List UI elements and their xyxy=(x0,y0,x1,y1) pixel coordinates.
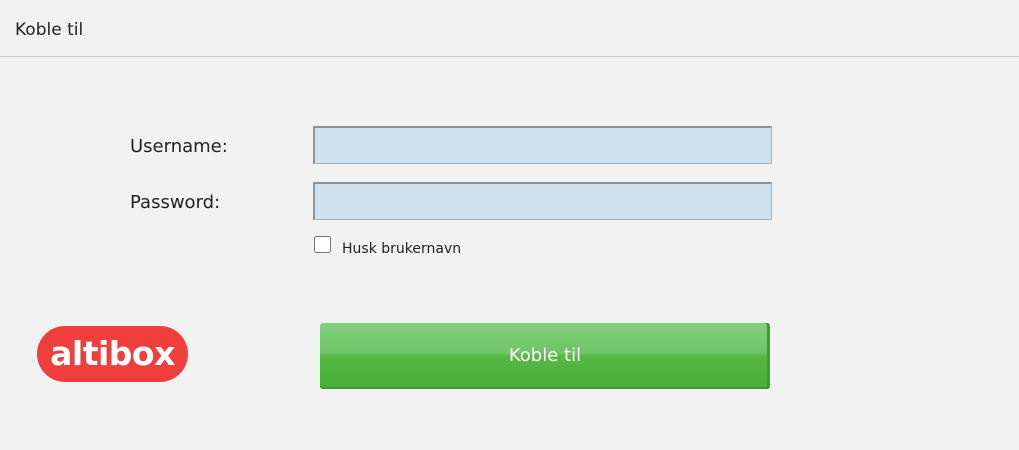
username-label: Username: xyxy=(130,136,228,157)
remember-username-checkbox[interactable] xyxy=(314,236,331,253)
password-label: Password: xyxy=(130,192,221,213)
connect-button[interactable]: Koble til xyxy=(320,323,770,389)
username-input[interactable] xyxy=(313,126,772,164)
header-bar: Koble til xyxy=(0,0,1019,57)
page-title: Koble til xyxy=(15,20,84,40)
altibox-logo: altibox xyxy=(37,326,188,382)
password-input[interactable] xyxy=(313,182,772,220)
remember-username-label[interactable]: Husk brukernavn xyxy=(342,240,461,258)
